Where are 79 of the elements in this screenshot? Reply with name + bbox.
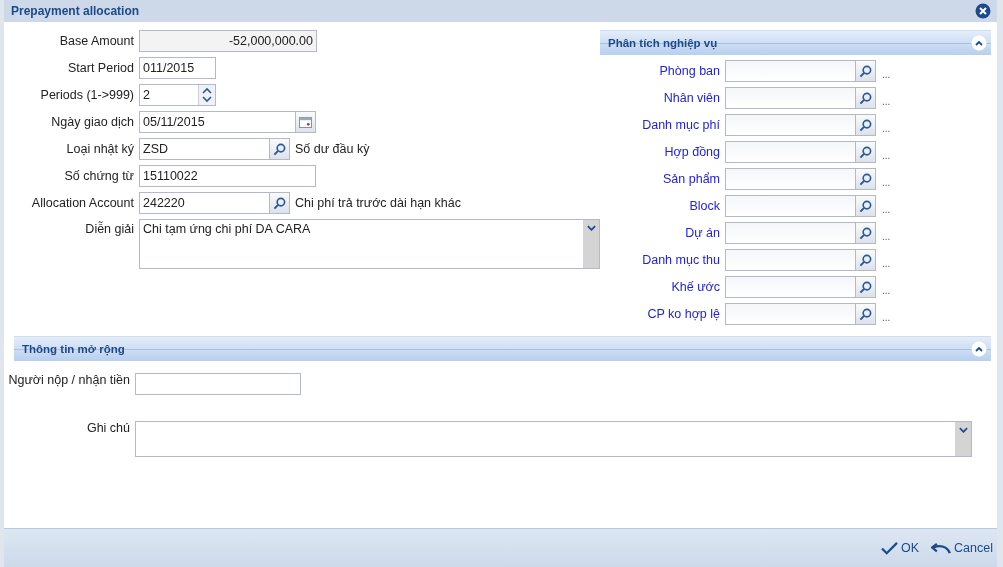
cancel-button[interactable]: Cancel: [929, 539, 995, 557]
field-label: Allocation Account: [30, 196, 135, 210]
lookup-field[interactable]: [725, 60, 876, 82]
collapse-icon[interactable]: [971, 35, 987, 51]
section-header[interactable]: Thông tin mở rộng: [14, 336, 991, 361]
description-text: Số dư đầu kỳ: [295, 142, 370, 156]
field-label: Loại nhật ký: [65, 142, 135, 156]
more-link[interactable]: ...: [882, 312, 891, 325]
search-icon[interactable]: [859, 226, 872, 240]
field-label: Sản phẩm: [662, 172, 721, 186]
search-icon[interactable]: [859, 253, 872, 267]
field-label: Danh mục thu: [641, 253, 721, 267]
search-icon[interactable]: [273, 142, 286, 156]
section-title: Thông tin mở rộng: [22, 343, 126, 355]
lookup-field[interactable]: [725, 168, 876, 190]
field-label: Ghi chú: [85, 421, 131, 435]
chevron-down-icon[interactable]: [586, 225, 596, 231]
field-label: Người nộp / nhận tiền: [7, 373, 131, 387]
calendar-icon[interactable]: [299, 116, 312, 128]
section-header[interactable]: Phân tích nghiệp vụ: [600, 30, 991, 55]
section-title: Phân tích nghiệp vụ: [608, 37, 719, 49]
lookup-field[interactable]: [725, 222, 876, 244]
spinner-arrows-icon[interactable]: [198, 85, 215, 105]
lookup-field[interactable]: [725, 276, 876, 298]
search-icon[interactable]: [859, 172, 872, 186]
lookup-field[interactable]: [725, 114, 876, 136]
field-label: CP ko hợp lệ: [646, 307, 721, 321]
lookup-field[interactable]: [725, 195, 876, 217]
search-icon[interactable]: [859, 118, 872, 132]
lookup-field[interactable]: [725, 249, 876, 271]
search-icon[interactable]: [859, 307, 872, 321]
more-link[interactable]: ...: [882, 258, 891, 271]
undo-icon: [931, 541, 953, 555]
search-icon[interactable]: [859, 199, 872, 213]
more-link[interactable]: ...: [882, 285, 891, 298]
search-icon[interactable]: [859, 64, 872, 78]
collapse-icon[interactable]: [971, 341, 987, 357]
more-link[interactable]: ...: [882, 96, 891, 109]
lookup-field[interactable]: 242220: [139, 192, 290, 214]
field-label: Periods (1->999): [39, 88, 135, 102]
field-label: Dự án: [684, 226, 721, 240]
field-label: Diễn giải: [84, 220, 135, 236]
field-label: Hợp đồng: [663, 145, 721, 159]
lookup-field[interactable]: [725, 141, 876, 163]
search-icon[interactable]: [859, 145, 872, 159]
lookup-field[interactable]: [725, 87, 876, 109]
field-label: Base Amount: [58, 34, 135, 48]
input-field[interactable]: 011/2015: [139, 57, 216, 79]
field-label: Ngày giao dịch: [50, 115, 135, 129]
more-link[interactable]: ...: [882, 204, 891, 217]
spinner-field[interactable]: 2: [139, 84, 216, 106]
more-link[interactable]: ...: [882, 69, 891, 82]
more-link[interactable]: ...: [882, 231, 891, 244]
field-label: Phòng ban: [658, 64, 721, 78]
close-icon[interactable]: [975, 3, 991, 19]
input-field[interactable]: 15110022: [139, 165, 316, 187]
lookup-field[interactable]: ZSD: [139, 138, 290, 160]
amount-field: -52,000,000.00: [139, 30, 317, 52]
more-link[interactable]: ...: [882, 177, 891, 190]
field-label: Số chứng từ: [63, 169, 135, 183]
description-text: Chi phí trả trước dài hạn khác: [295, 196, 461, 210]
search-icon[interactable]: [859, 91, 872, 105]
input-field[interactable]: [135, 373, 301, 395]
text-area[interactable]: Chi tạm ứng chi phí DA CARA: [139, 219, 600, 269]
search-icon[interactable]: [859, 280, 872, 294]
field-label: Block: [688, 199, 721, 213]
search-icon[interactable]: [273, 196, 286, 210]
field-label: Khế ước: [670, 280, 721, 294]
more-link[interactable]: ...: [882, 123, 891, 136]
window-title: Prepayment allocation: [11, 4, 141, 18]
date-field[interactable]: 05/11/2015: [139, 111, 316, 133]
chevron-down-icon[interactable]: [958, 427, 968, 433]
ok-button[interactable]: OK: [878, 538, 922, 558]
field-label: Start Period: [67, 61, 135, 75]
field-label: Nhân viên: [662, 91, 721, 105]
more-link[interactable]: ...: [882, 150, 891, 163]
field-label: Danh mục phí: [641, 118, 721, 132]
lookup-field[interactable]: [725, 303, 876, 325]
checkmark-icon: [880, 540, 899, 556]
